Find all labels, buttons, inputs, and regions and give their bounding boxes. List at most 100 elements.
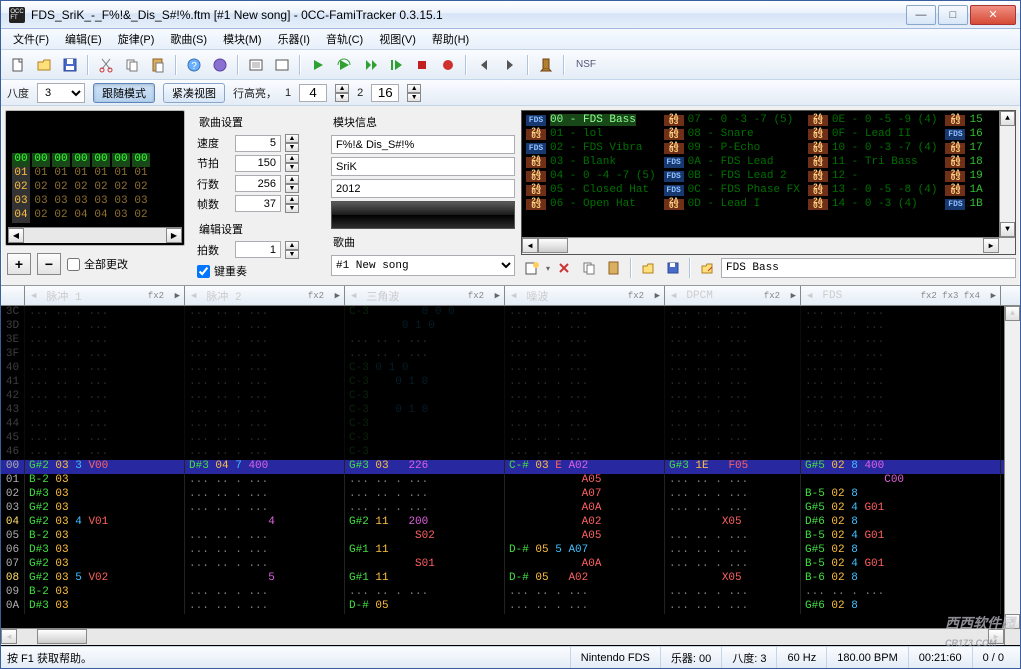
octave-select[interactable]: 3 <box>37 83 85 103</box>
instrument-item[interactable]: 2A 030E - 0 -5 -9 (4) <box>808 113 938 127</box>
instrument-item[interactable]: 2A 0309 - P-Echo <box>664 141 800 155</box>
remove-frame-button[interactable]: − <box>37 253 61 275</box>
channel-header[interactable]: ◀脉冲 2fx2▶ <box>185 286 345 305</box>
menu-歌曲(S)[interactable]: 歌曲(S) <box>162 29 215 49</box>
pattern-row[interactable]: 08G#2 03 5 V02 5G#1 11D-# 05 A02 X05B-6 … <box>1 572 1020 586</box>
titlebar[interactable]: OCCFT FDS_SriK_-_F%!&_Dis_S#!%.ftm [#1 N… <box>1 1 1020 29</box>
pattern-vscroll-up[interactable]: ▲ <box>1005 306 1020 321</box>
save-file-button[interactable] <box>59 54 81 76</box>
copy-instrument-button[interactable] <box>578 257 600 279</box>
pattern-row[interactable]: 03G#2 03... .. . ...... .. . ... A0A... … <box>1 502 1020 516</box>
frame-row[interactable]: 03030303030303 <box>12 195 178 209</box>
paste-instrument-button[interactable] <box>603 257 625 279</box>
menu-视图(V)[interactable]: 视图(V) <box>371 29 424 49</box>
frame-row[interactable]: 00000000000000 <box>12 153 178 167</box>
delete-instrument-button[interactable] <box>553 257 575 279</box>
instrument-item[interactable]: 2A 0303 - Blank <box>526 155 656 169</box>
pattern-row[interactable]: 3C... .. . ...... .. . ...C-3 0 0 0... .… <box>1 306 1020 320</box>
pattern-row[interactable]: 04G#2 03 4 V01 4G#2 11 200 A02 X05D#6 02… <box>1 516 1020 530</box>
speed-input[interactable] <box>235 135 281 152</box>
follow-mode-toggle[interactable]: 跟随模式 <box>93 83 155 103</box>
pattern-row[interactable]: 09B-2 03... .. . ...... .. . ...... .. .… <box>1 586 1020 600</box>
pattern-row[interactable]: 45... .. . ...... .. . ...C-3... .. . ..… <box>1 432 1020 446</box>
inst-scroll-down[interactable]: ▼ <box>1000 222 1015 237</box>
menu-旋律(P)[interactable]: 旋律(P) <box>110 29 163 49</box>
play-loop-button[interactable] <box>333 54 355 76</box>
channel-header[interactable]: ◀脉冲 1fx2▶ <box>25 286 185 305</box>
add-frame-button[interactable]: + <box>7 253 31 275</box>
pattern-hscroll-right[interactable]: ▶ <box>988 629 1004 644</box>
menu-帮助(H)[interactable]: 帮助(H) <box>424 29 477 49</box>
frames-input[interactable] <box>235 195 281 212</box>
menu-模块(M)[interactable]: 模块(M) <box>215 29 270 49</box>
pattern-row[interactable]: 44... .. . ...... .. . ...C-3... .. . ..… <box>1 418 1020 432</box>
instrument-item[interactable]: FDS02 - FDS Vibra <box>526 141 656 155</box>
pattern-vscroll-down[interactable]: ▼ <box>1005 614 1020 629</box>
frame-scroll-left[interactable]: ◀ <box>8 228 24 243</box>
pattern-row[interactable]: 46... .. . ...... .. . ...C-3... .. . ..… <box>1 446 1020 460</box>
menu-乐器(I)[interactable]: 乐器(I) <box>270 29 318 49</box>
instrument-item[interactable]: 2A 0311 - Tri Bass <box>808 155 938 169</box>
pattern-row[interactable]: 06D#3 03... .. . ...G#1 11D-# 05 5 A07..… <box>1 544 1020 558</box>
frame-list[interactable]: 0000000000000001010101010101020202020202… <box>5 110 185 246</box>
menu-音轨(C)[interactable]: 音轨(C) <box>318 29 371 49</box>
play-cursor-button[interactable] <box>385 54 407 76</box>
pattern-row[interactable]: 0AD#3 03... .. . ...D-# 05... .. . .....… <box>1 600 1020 614</box>
instrument-item[interactable]: 2A 0308 - Snare <box>664 127 800 141</box>
paste-button[interactable] <box>147 54 169 76</box>
step-input[interactable] <box>235 241 281 258</box>
highlight1-spinner[interactable]: ▲▼ <box>335 84 349 102</box>
tempo-input[interactable] <box>235 155 281 172</box>
new-instrument-button[interactable] <box>521 257 543 279</box>
change-all-checkbox[interactable]: 全部更改 <box>67 256 128 272</box>
instrument-item[interactable]: 2A 0307 - 0 -3 -7 (5) <box>664 113 800 127</box>
highlight2-spinner[interactable]: ▲▼ <box>407 84 421 102</box>
menu-编辑(E)[interactable]: 编辑(E) <box>57 29 110 49</box>
instrument-item[interactable]: 2A 0301 - lol <box>526 127 656 141</box>
compact-view-toggle[interactable]: 紧凑视图 <box>163 83 225 103</box>
channel-header[interactable]: ◀FDSfx2 fx3 fx4▶ <box>801 286 1001 305</box>
open-file-button[interactable] <box>33 54 55 76</box>
instrument-item[interactable]: 2A 0310 - 0 -3 -7 (4) <box>808 141 938 155</box>
channel-header[interactable]: ◀三角波fx2▶ <box>345 286 505 305</box>
copy-button[interactable] <box>121 54 143 76</box>
frame-row[interactable]: 01010101010101 <box>12 167 178 181</box>
instrument-item[interactable]: 2A 0306 - Open Hat <box>526 197 656 211</box>
module-title-input[interactable] <box>331 135 515 154</box>
play-pattern-button[interactable] <box>359 54 381 76</box>
instrument-item[interactable]: FDS0B - FDS Lead 2 <box>664 169 800 183</box>
key-repeat-checkbox[interactable]: 键重奏 <box>197 263 323 279</box>
module-year-input[interactable] <box>331 179 515 198</box>
pattern-row[interactable]: 42... .. . ...... .. . ...C-3... .. . ..… <box>1 390 1020 404</box>
new-file-button[interactable] <box>7 54 29 76</box>
nsf-export-button[interactable]: NSF <box>571 54 601 76</box>
load-instrument-button[interactable] <box>637 257 659 279</box>
close-button[interactable]: ✕ <box>970 5 1016 25</box>
pattern-row[interactable]: 3F... .. . ...... .. . ...... .. . .....… <box>1 348 1020 362</box>
pattern-row[interactable]: 43... .. . ...... .. . ...C-3 0 1 0... .… <box>1 404 1020 418</box>
minimize-button[interactable]: — <box>906 5 936 25</box>
pattern-row[interactable]: 40... .. . ...... .. . ...C-3 0 1 0... .… <box>1 362 1020 376</box>
record-button[interactable] <box>437 54 459 76</box>
pattern-editor[interactable]: ◀脉冲 1fx2▶◀脉冲 2fx2▶◀三角波fx2▶◀噪波fx2▶◀DPCMfx… <box>1 286 1020 646</box>
instrument-item[interactable]: 2A 0305 - Closed Hat <box>526 183 656 197</box>
highlight1-input[interactable] <box>299 84 327 102</box>
instrument-item[interactable]: 2A 0304 - 0 -4 -7 (5) <box>526 169 656 183</box>
prev-song-button[interactable] <box>473 54 495 76</box>
inst-hscroll-right[interactable]: ▶ <box>983 238 999 253</box>
instrument-list[interactable]: FDS00 - FDS Bass2A 0301 - lolFDS02 - FDS… <box>521 110 1016 255</box>
pattern-row[interactable]: 00G#2 03 3 V00D#3 04 7 400G#3 03 226C-# … <box>1 460 1020 474</box>
pattern-row[interactable]: 3D... .. . ...... .. . ... 0 1 0... .. .… <box>1 320 1020 334</box>
stop-button[interactable] <box>411 54 433 76</box>
instrument-item[interactable]: FDS0A - FDS Lead <box>664 155 800 169</box>
song-select[interactable]: #1 New song <box>331 255 515 276</box>
instrument-item[interactable]: 2A 030F - Lead II <box>808 127 938 141</box>
inst-hscroll-left[interactable]: ◀ <box>522 238 538 253</box>
instrument-item[interactable]: 2A 030D - Lead I <box>664 197 800 211</box>
instrument-name-input[interactable] <box>721 258 1016 278</box>
channel-header[interactable]: ◀DPCMfx2▶ <box>665 286 801 305</box>
instrument-item[interactable]: FDS0C - FDS Phase FX <box>664 183 800 197</box>
frame-scroll-right[interactable]: ▶ <box>166 228 182 243</box>
maximize-button[interactable]: □ <box>938 5 968 25</box>
about-button[interactable] <box>209 54 231 76</box>
